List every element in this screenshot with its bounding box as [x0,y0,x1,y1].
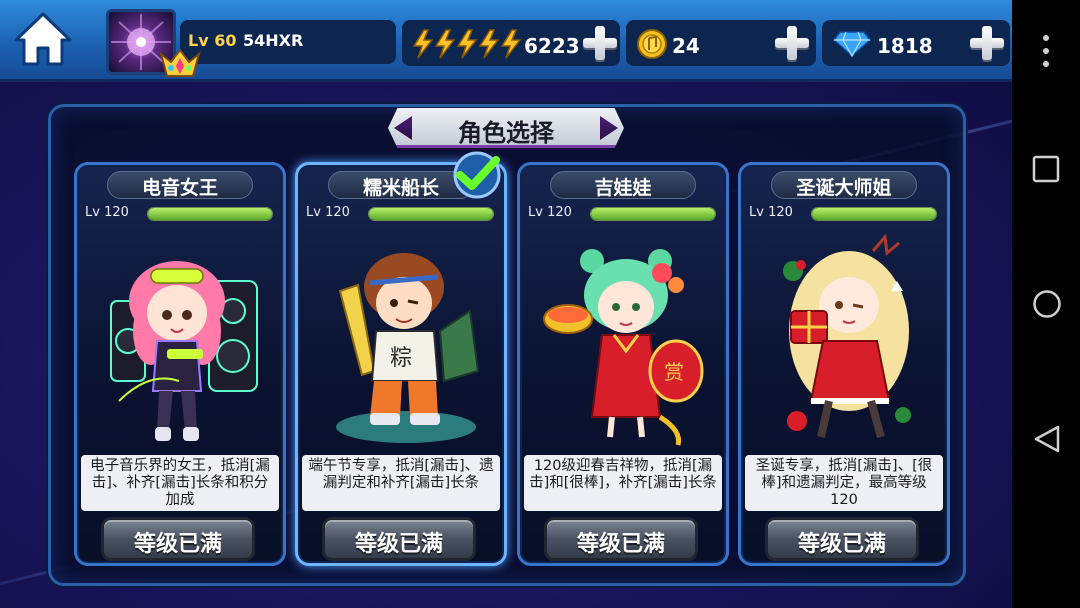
max-level-button[interactable]: 等级已满 [765,517,919,561]
more-vert-icon[interactable] [1042,34,1050,72]
max-level-label: 等级已满 [354,532,443,557]
add-energy-button[interactable] [583,26,617,60]
character-name: 电音女王 [141,177,218,199]
level-progress-bar [811,207,937,221]
character-card[interactable]: 吉娃娃 Lv 120 赏 120级迎春吉祥物，抵消[漏击]和[很棒]，补齐[漏击… [517,162,729,566]
character-name: 吉娃娃 [594,177,652,199]
max-level-button[interactable]: 等级已满 [544,517,698,561]
max-level-button[interactable]: 等级已满 [322,517,476,561]
selected-check-icon [446,150,508,200]
character-card[interactable]: 圣诞大师姐 Lv 120 圣诞专享，抵消[漏击]、[很棒]和遗漏判定，最高等级1… [738,162,950,566]
add-diamonds-button[interactable] [970,26,1004,60]
character-portrait-christmas-sister [753,231,939,449]
player-name: 54HXR [243,31,304,50]
energy-value: 6223 [524,34,580,58]
character-portrait-dj-queen [89,231,275,449]
character-card[interactable]: 糯米船长 Lv 120 粽 端午节专享，抵消[漏击]、遗漏判定和补齐[漏击]长条… [295,162,507,566]
character-description: 电子音乐界的女王，抵消[漏击]、补齐[漏击]长条和积分加成 [90,458,270,508]
recents-square-icon[interactable] [1032,155,1060,187]
character-portrait-chihuahua: 赏 [532,231,718,449]
lightning-icon [412,28,522,64]
svg-text:粽: 粽 [390,346,412,371]
level-progress-fill [369,208,493,220]
character-level: Lv 120 [306,205,350,220]
level-progress-fill [148,208,272,220]
character-card[interactable]: 电音女王 Lv 120 电子音乐界的女王，抵消[漏击]、补齐[漏击]长条和积分加… [74,162,286,566]
level-progress-bar [368,207,494,221]
character-portrait-rice-captain: 粽 [310,231,496,449]
back-triangle-icon[interactable] [1032,424,1062,458]
diamonds-value: 1818 [877,34,933,58]
character-description: 120级迎春吉祥物，抵消[漏击]和[很棒]，补齐[漏击]长条 [529,458,717,491]
character-description: 圣诞专享，抵消[漏击]、[很棒]和遗漏判定，最高等级120 [755,458,933,508]
character-level: Lv 120 [528,205,572,220]
max-level-label: 等级已满 [576,532,665,557]
level-progress-bar [147,207,273,221]
character-level: Lv 120 [85,205,129,220]
diamond-icon [832,30,872,62]
game-area: Lv 60 54HXR 6223 24 1818 角色选择 电音女王 Lv 12… [0,0,1012,608]
level-progress-fill [591,208,715,220]
character-name: 圣诞大师姐 [796,177,892,199]
top-bar: Lv 60 54HXR 6223 24 1818 [0,0,1012,82]
level-progress-bar [590,207,716,221]
max-level-label: 等级已满 [797,532,886,557]
add-coins-button[interactable] [775,26,809,60]
home-icon[interactable] [12,10,74,68]
max-level-button[interactable]: 等级已满 [101,517,255,561]
character-level: Lv 120 [749,205,793,220]
panel-title: 角色选择 [458,119,554,147]
rank-badge-icon [157,48,203,82]
max-level-label: 等级已满 [133,532,222,557]
svg-text:赏: 赏 [664,360,684,384]
level-progress-fill [812,208,936,220]
character-description: 端午节专享，抵消[漏击]、遗漏判定和补齐[漏击]长条 [308,458,494,491]
home-circle-icon[interactable] [1032,289,1062,323]
gold-coin-icon [636,28,668,64]
system-navigation-bar [1012,0,1080,608]
coins-value: 24 [672,34,700,58]
